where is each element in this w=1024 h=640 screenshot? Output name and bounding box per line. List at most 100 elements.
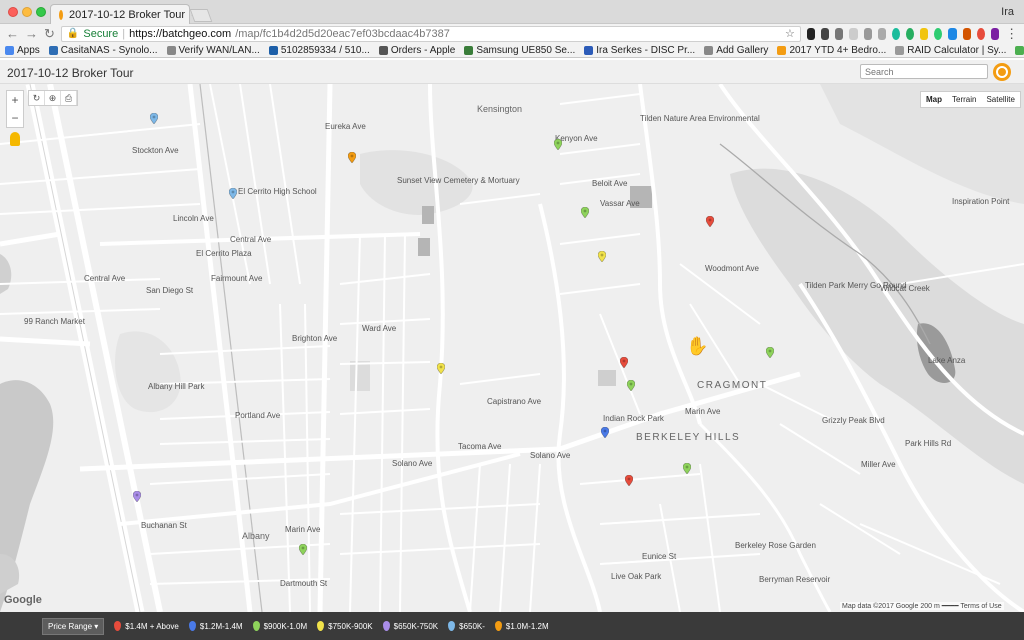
legend-item[interactable]: $650K- (448, 621, 485, 631)
bookmark-item[interactable]: Add Gallery (704, 45, 768, 56)
map-place-label: Grizzly Peak Blvd (822, 416, 885, 425)
minimize-window-button[interactable] (22, 7, 32, 17)
map-marker-pin-icon[interactable] (553, 138, 563, 151)
map-marker-pin-icon[interactable] (624, 474, 634, 487)
reload-icon[interactable]: ↻ (44, 26, 55, 42)
browser-tab[interactable]: 2017-10-12 Broker Tour × (50, 4, 197, 24)
extension-icon[interactable] (920, 27, 929, 40)
map-marker-pin-icon[interactable] (132, 490, 142, 503)
bookmark-label: Add Gallery (716, 44, 769, 56)
map-place-label: Beloit Ave (592, 179, 628, 188)
map-marker-pin-icon[interactable] (619, 356, 629, 369)
map-place-label: Central Ave (84, 274, 126, 283)
browser-toolbar: ← → ↻ 🔒 Secure | https://batchgeo.com/ma… (0, 24, 1024, 43)
extension-icon[interactable] (948, 27, 957, 40)
map-place-label: San Diego St (146, 286, 194, 295)
map-attribution[interactable]: Map data ©2017 Google 200 m ━━━━ Terms o… (840, 602, 1004, 610)
bookmark-item[interactable]: 2017 YTD 4+ Bedro... (777, 45, 886, 56)
bookmark-item[interactable]: Verify WAN/LAN... (166, 45, 260, 56)
extension-icon[interactable] (976, 27, 985, 40)
map-canvas[interactable]: Kensington Tilden Nature Area Environment… (0, 84, 1024, 612)
legend-pin-icon (382, 621, 390, 631)
new-tab-button[interactable] (189, 9, 213, 22)
map-place-label: Wildcat Creek (880, 284, 930, 293)
map-marker-pin-icon[interactable] (580, 206, 590, 219)
search-input[interactable] (860, 64, 988, 79)
map-marker-pin-icon[interactable] (705, 215, 715, 228)
map-marker-pin-icon[interactable] (228, 187, 238, 200)
back-arrow-icon[interactable]: ← (6, 26, 19, 41)
extension-icon[interactable] (934, 27, 943, 40)
extension-icon[interactable] (821, 27, 830, 40)
map-place-label: Miller Ave (861, 460, 896, 469)
bookmark-item[interactable]: CasitaNAS - Synolo... (48, 45, 158, 56)
address-bar[interactable]: 🔒 Secure | https://batchgeo.com/map/fc1b… (60, 25, 801, 42)
forward-arrow-icon[interactable]: → (25, 26, 38, 41)
bookmark-star-icon[interactable]: ☆ (785, 27, 795, 40)
bookmark-label: Ira Serkes - DISC Pr... (596, 44, 696, 56)
bookmark-favicon-icon (5, 45, 14, 55)
legend-item[interactable]: $1.2M-1.4M (188, 621, 243, 631)
extension-icon[interactable] (906, 27, 915, 40)
browser-menu-icon[interactable]: ⋮ (1005, 26, 1018, 42)
map-marker-pin-icon[interactable] (298, 543, 308, 556)
map-place-label: Inspiration Point (952, 197, 1010, 206)
map-place-label: Woodmont Ave (705, 264, 759, 273)
legend-item[interactable]: $900K-1.0M (252, 621, 307, 631)
price-range-dropdown[interactable]: Price Range ▾ (42, 617, 105, 635)
locate-me-icon[interactable]: ⊕ (45, 91, 61, 105)
map-place-label: Live Oak Park (611, 572, 662, 581)
extension-icon[interactable] (806, 27, 816, 40)
extension-icon[interactable] (891, 27, 900, 40)
extension-icon[interactable] (962, 27, 971, 40)
map-type-satellite[interactable]: Satellite (981, 92, 1019, 107)
bookmark-item[interactable]: 2017-08-21 Total S... (1015, 45, 1024, 56)
price-range-legend: Price Range ▾ $1.4M + Above $1.2M-1.4M $90… (0, 612, 1024, 640)
extension-icon[interactable] (863, 27, 872, 40)
print-icon[interactable]: ⎙ (61, 91, 77, 105)
map-place-label: Albany Hill Park (148, 382, 205, 391)
map-marker-pin-icon[interactable] (682, 462, 692, 475)
legend-item[interactable]: $1.4M + Above (114, 621, 179, 631)
extension-icon[interactable] (877, 27, 886, 40)
bookmark-item[interactable]: 5102859334 / 510... (268, 44, 370, 56)
map-marker-pin-icon[interactable] (597, 250, 607, 263)
map-marker-pin-icon[interactable] (347, 151, 357, 164)
bookmark-favicon-icon (378, 45, 388, 55)
map-marker-pin-icon[interactable] (600, 426, 610, 439)
legend-item[interactable]: $1.0M-1.2M (494, 621, 549, 631)
legend-item[interactable]: $650K-750K (382, 621, 438, 631)
bookmark-item[interactable]: RAID Calculator | Sy... (895, 45, 1006, 56)
bookmark-label: 2017 YTD 4+ Bedro... (789, 44, 887, 56)
map-marker-pin-icon[interactable] (436, 362, 446, 375)
legend-label: $1.0M-1.2M (505, 621, 549, 631)
extension-icon[interactable] (849, 27, 858, 40)
map-type-map[interactable]: Map (921, 92, 947, 107)
extension-icon[interactable] (835, 27, 844, 40)
street-view-pegman-icon[interactable] (10, 132, 20, 146)
bookmark-label: 5102859334 / 510... (280, 44, 370, 56)
bookmark-item[interactable]: Orders - Apple (378, 45, 455, 56)
maximize-window-button[interactable] (36, 7, 46, 17)
bookmark-favicon-icon (1015, 45, 1024, 55)
map-place-label: Marin Ave (285, 525, 321, 534)
zoom-in-button[interactable]: + (11, 93, 18, 107)
batchgeo-logo-icon[interactable] (993, 63, 1011, 81)
map-place-label: Capistrano Ave (487, 397, 542, 406)
reset-view-icon[interactable]: ↻ (29, 91, 45, 105)
map-marker-pin-icon[interactable] (765, 346, 775, 359)
close-window-button[interactable] (8, 7, 18, 17)
zoom-out-button[interactable]: − (11, 111, 18, 125)
bookmark-item[interactable]: Apps (5, 45, 40, 56)
map-marker-pin-icon[interactable] (626, 379, 636, 392)
legend-item[interactable]: $750K-900K (317, 621, 373, 631)
url-path: /map/fc1b4d2d5d20eac7ef03bcdaac4b7387 (235, 27, 450, 40)
extension-icon[interactable] (990, 27, 1000, 40)
bookmark-favicon-icon (704, 45, 714, 55)
map-marker-pin-icon[interactable] (149, 112, 159, 125)
profile-name[interactable]: Ira (1001, 6, 1014, 18)
bookmark-item[interactable]: Ira Serkes - DISC Pr... (584, 45, 695, 56)
map-type-terrain[interactable]: Terrain (947, 92, 981, 107)
map-place-label: Albany (242, 531, 270, 541)
bookmark-item[interactable]: Samsung UE850 Se... (464, 45, 575, 56)
